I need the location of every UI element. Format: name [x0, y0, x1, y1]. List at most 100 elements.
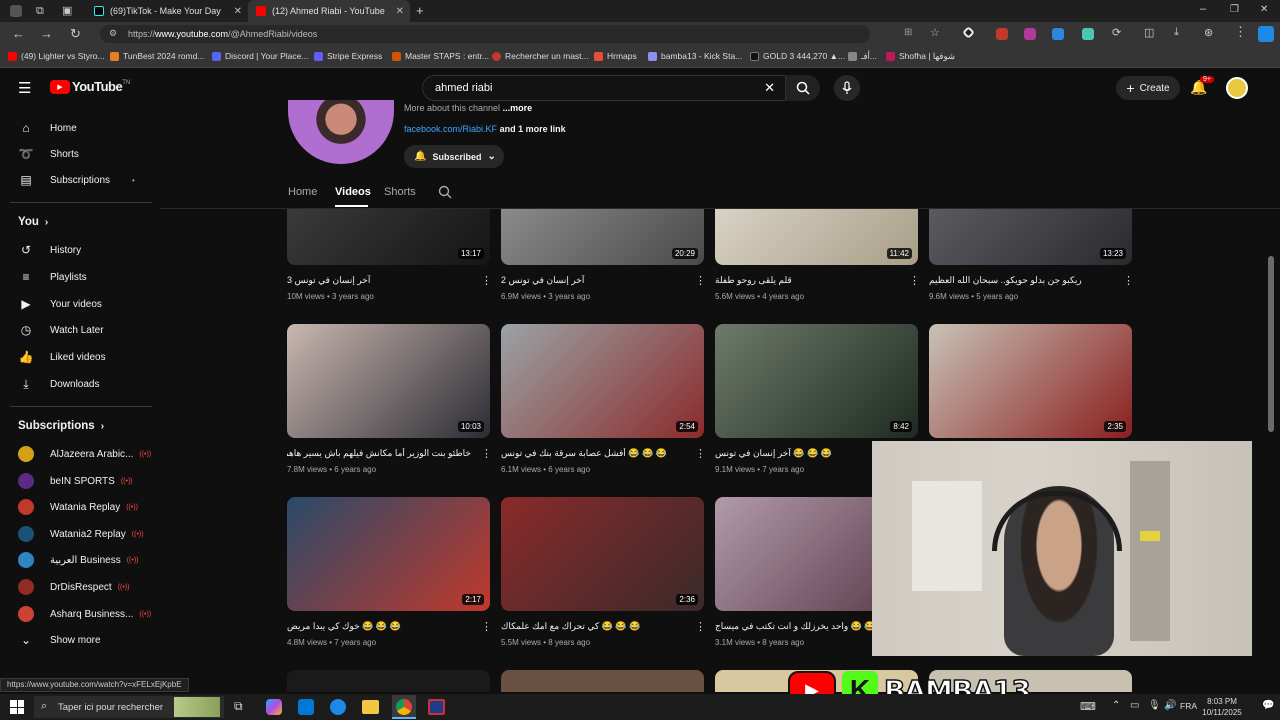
task-view-icon[interactable]: ⧉	[234, 699, 243, 714]
video-menu-icon[interactable]: ⋮	[695, 274, 706, 287]
bookmark-item[interactable]: Discord | Your Place...	[212, 51, 308, 61]
vpn-icon[interactable]: ⊛	[1204, 26, 1213, 39]
volume-icon[interactable]: 🔊	[1164, 700, 1176, 711]
minimize-icon[interactable]: –	[1200, 3, 1206, 15]
more-links-link[interactable]: and 1 more link	[500, 124, 566, 134]
keyboard-icon[interactable]: ⌨	[1080, 700, 1096, 713]
tab-groups-icon[interactable]: ⧉	[36, 5, 44, 18]
maximize-icon[interactable]: ❐	[1230, 4, 1239, 15]
extension-icon[interactable]	[1052, 28, 1064, 40]
video-thumbnail[interactable]: 13:17	[287, 209, 490, 265]
channel-search-icon[interactable]	[438, 185, 452, 199]
sidebar-channel[interactable]: beIN SPORTS ((•))	[18, 471, 133, 491]
site-info-icon[interactable]: ⚙	[109, 28, 117, 39]
side-panel-icon[interactable]: ◫	[1144, 26, 1154, 39]
video-thumbnail[interactable]: 10:03	[287, 324, 490, 438]
downloads-icon[interactable]: ⤓	[1174, 26, 1179, 39]
taskbar-search-input[interactable]: ⌕ Taper ici pour rechercher	[34, 696, 224, 718]
video-thumbnail[interactable]: 8:42	[715, 324, 918, 438]
show-more-button[interactable]: ⌄ Show more	[18, 630, 101, 650]
sidebar-channel[interactable]: Watania2 Replay ((•))	[18, 524, 144, 544]
video-thumbnail[interactable]	[287, 670, 490, 692]
store-icon[interactable]	[298, 699, 314, 715]
bookmark-star-icon[interactable]: ☆	[930, 26, 940, 39]
bookmark-item[interactable]: TunBest 2024 romd...	[110, 51, 204, 61]
reload-icon[interactable]: ↻	[70, 26, 81, 42]
search-button[interactable]	[786, 75, 820, 101]
tab-youtube[interactable]: (12) Ahmed Riabi - YouTube ✕	[248, 0, 410, 22]
profile-icon[interactable]	[10, 5, 22, 17]
sidebar-item-playlists[interactable]: ≡ Playlists	[18, 267, 86, 287]
create-button[interactable]: + Create	[1116, 76, 1180, 100]
tab-videos[interactable]: Videos	[335, 186, 371, 198]
edge-icon[interactable]	[330, 699, 346, 715]
sidebar-item-shorts[interactable]: ➰ Shorts	[18, 144, 79, 164]
sidebar-channel[interactable]: Watania Replay ((•))	[18, 497, 138, 517]
video-menu-icon[interactable]: ⋮	[909, 274, 920, 287]
extension-icon[interactable]	[996, 28, 1008, 40]
sidebar-channel[interactable]: Asharq Business... ((•))	[18, 604, 151, 624]
channel-avatar[interactable]	[288, 100, 394, 164]
video-menu-icon[interactable]: ⋮	[481, 274, 492, 287]
facebook-link[interactable]: facebook.com/Riabi.KF	[404, 124, 497, 134]
video-title[interactable]: ريكبو جن بدلو حويكو.. سبحان الله العظيم	[929, 275, 1113, 286]
video-title[interactable]: آخر إنسان في تونس 3	[287, 275, 471, 286]
window-close-icon[interactable]: ✕	[1260, 4, 1268, 15]
video-thumbnail[interactable]: 2:17	[287, 497, 490, 611]
tray-chevron-icon[interactable]: ⌃	[1112, 700, 1120, 711]
extension-icon[interactable]	[1082, 28, 1094, 40]
language-indicator[interactable]: FRA	[1180, 701, 1197, 711]
install-app-icon[interactable]: ⊞	[904, 27, 912, 38]
search-input[interactable]: ahmed riabi ✕	[422, 75, 786, 101]
clock[interactable]: 8:03 PM 10/11/2025	[1200, 696, 1244, 718]
video-title[interactable]: خاطئو بنت الوزير أما مكانش فيلهم باش يسي…	[287, 448, 471, 459]
bookmark-item[interactable]: Shofha | شوفها	[886, 51, 955, 62]
video-thumbnail[interactable]: 11:42	[715, 209, 918, 265]
video-thumbnail[interactable]	[501, 670, 704, 692]
forward-icon[interactable]: →	[40, 26, 53, 41]
tab-search-icon[interactable]: ▣	[62, 4, 72, 17]
video-thumbnail[interactable]: 2:36	[501, 497, 704, 611]
sidebar-channel[interactable]: العربية Business ((•))	[18, 550, 138, 570]
hamburger-menu-icon[interactable]: ☰	[18, 79, 31, 97]
sidebar-item-history[interactable]: ↺ History	[18, 240, 81, 260]
video-title[interactable]: 😂 😂 😂 خوك كي يبدا مريض	[287, 621, 471, 632]
copilot-icon[interactable]	[1258, 26, 1274, 42]
chrome-taskbar-button[interactable]	[392, 695, 416, 719]
menu-kebab-icon[interactable]: ⋮	[1234, 24, 1247, 40]
bookmark-item[interactable]: bamba13 - Kick Sta...	[648, 51, 742, 61]
sidebar-item-downloads[interactable]: ⤓ Downloads	[18, 374, 99, 394]
video-thumbnail[interactable]: 20:29	[501, 209, 704, 265]
tab-home[interactable]: Home	[288, 186, 317, 198]
youtube-logo[interactable]: ▶ YouTube TN	[50, 79, 130, 94]
bookmark-item[interactable]: أفـ...	[848, 51, 877, 62]
sidebar-item-home[interactable]: ⌂ Home	[18, 118, 76, 138]
microphone-icon[interactable]: 🎙	[1148, 700, 1161, 711]
tab-tiktok[interactable]: (69)TikTok - Make Your Day ✕	[86, 0, 248, 22]
sidebar-item-liked-videos[interactable]: 👍 Liked videos	[18, 347, 106, 367]
app-icon[interactable]	[428, 699, 445, 715]
account-avatar[interactable]	[1226, 77, 1248, 99]
close-icon[interactable]: ✕	[234, 6, 242, 17]
close-icon[interactable]: ✕	[396, 6, 404, 17]
video-menu-icon[interactable]: ⋮	[1123, 274, 1134, 287]
voice-search-button[interactable]	[834, 75, 860, 101]
bookmark-item[interactable]: (49) Lighter vs Styro...	[8, 51, 105, 61]
video-title[interactable]: 😂 😂 😂 أفشل عصابة سرقة بنك في تونس	[501, 448, 685, 459]
extension-icon[interactable]	[962, 26, 975, 39]
copilot-taskbar-icon[interactable]	[266, 699, 282, 715]
page-scrollbar[interactable]	[1268, 256, 1274, 432]
video-menu-icon[interactable]: ⋮	[481, 447, 492, 460]
extensions-puzzle-icon[interactable]: ⟳	[1112, 26, 1121, 39]
subscribed-button[interactable]: 🔔 Subscribed ⌄	[404, 145, 504, 168]
video-menu-icon[interactable]: ⋮	[695, 447, 706, 460]
video-thumbnail[interactable]: 2:54	[501, 324, 704, 438]
sidebar-channel[interactable]: DrDisRespect ((•))	[18, 577, 129, 597]
video-menu-icon[interactable]: ⋮	[695, 620, 706, 633]
video-thumbnail[interactable]: 2:35	[929, 324, 1132, 438]
bookmark-item[interactable]: Stripe Express	[314, 51, 382, 61]
video-title[interactable]: آخر إنسان في تونس 2	[501, 275, 685, 286]
channel-about[interactable]: More about this channel ...more	[404, 103, 532, 113]
video-title[interactable]: قلم يلقى روحو طفلة	[715, 275, 899, 286]
clear-search-icon[interactable]: ✕	[764, 80, 775, 96]
